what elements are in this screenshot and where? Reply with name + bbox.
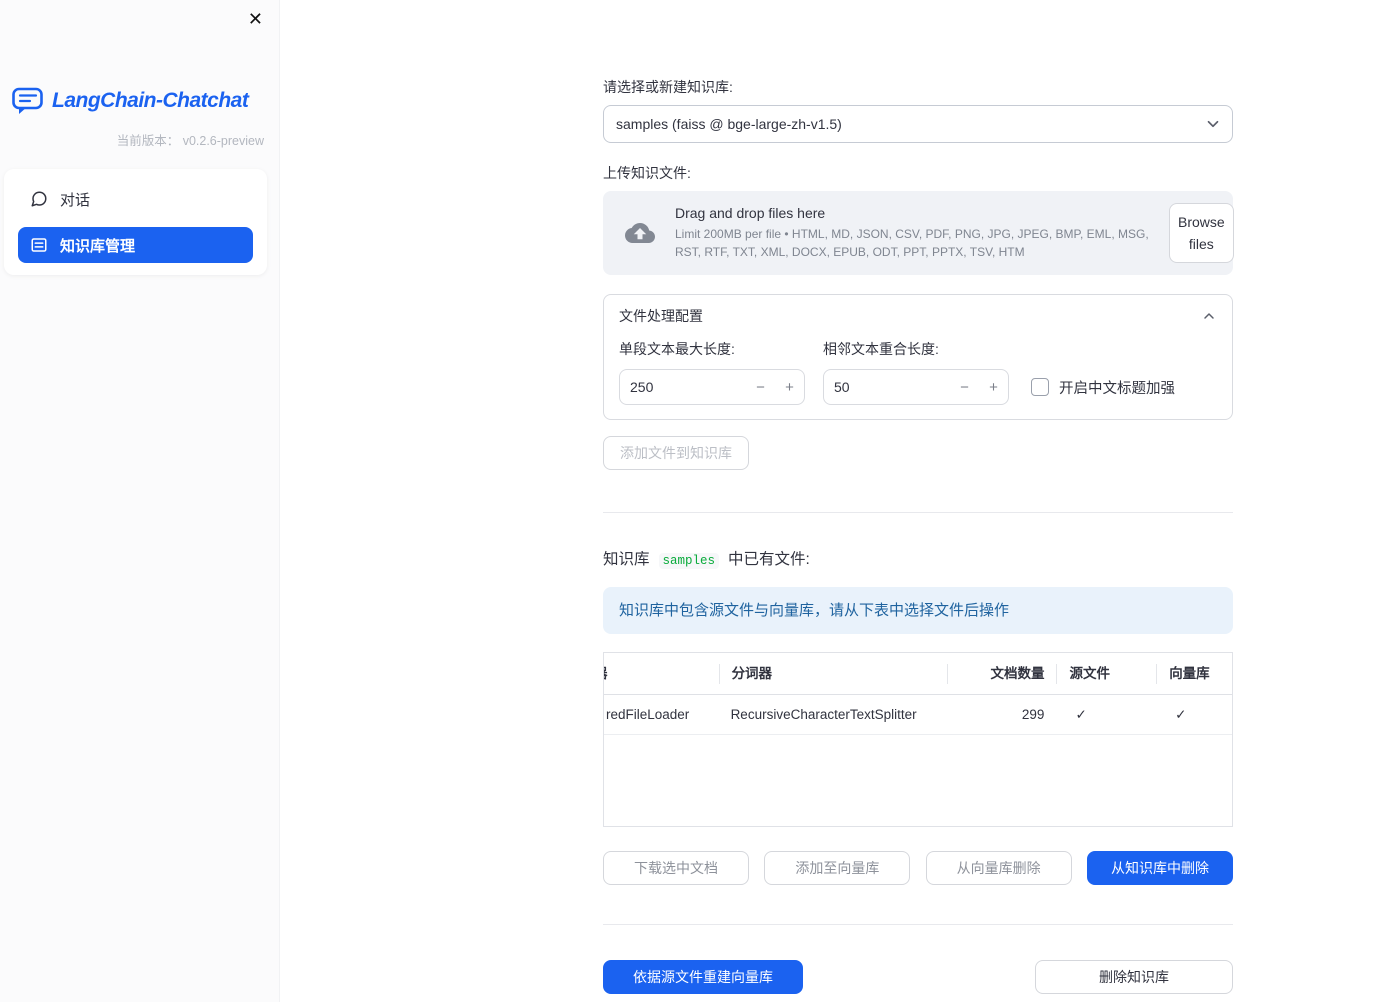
kb-line-prefix: 知识库 <box>603 551 650 568</box>
main-area: 请选择或新建知识库: samples (faiss @ bge-large-zh… <box>280 0 1380 1002</box>
cell-loader: redFileLoader <box>606 707 690 722</box>
logo-chat-bubble-icon <box>12 86 44 116</box>
overlap-input[interactable] <box>824 370 950 404</box>
cell-vector-store-check: ✓ <box>1175 706 1187 722</box>
column-header-vector-store[interactable]: 向量库 <box>1156 663 1232 684</box>
column-header-doc-count[interactable]: 文档数量 <box>946 663 1057 684</box>
info-alert: 知识库中包含源文件与向量库，请从下表中选择文件后操作 <box>603 587 1233 634</box>
kb-files-table: 器 分词器 文档数量 源文件 向量库 redFileLoader Recursi… <box>603 652 1233 827</box>
table-header-row: 器 分词器 文档数量 源文件 向量库 <box>604 653 1232 695</box>
max-length-field: 单段文本最大长度: − + <box>619 339 805 405</box>
overlap-increment-button[interactable]: + <box>979 370 1008 404</box>
delete-kb-button[interactable]: 删除知识库 <box>1035 960 1233 994</box>
kb-name-code: samples <box>658 553 720 569</box>
kb-selectbox-value: samples (faiss @ bge-large-zh-v1.5) <box>616 116 842 132</box>
cell-source-file-check: ✓ <box>1075 706 1087 722</box>
close-icon: ✕ <box>247 9 263 29</box>
max-length-decrement-button[interactable]: − <box>746 370 775 404</box>
version-text: 当前版本： v0.2.6-preview <box>0 130 264 149</box>
browse-files-button[interactable]: Browse files <box>1169 202 1234 264</box>
file-config-expander: 文件处理配置 单段文本最大长度: − + <box>603 294 1233 420</box>
checkbox-label: 开启中文标题加强 <box>1059 380 1175 397</box>
chat-bubble-icon <box>30 190 48 208</box>
column-header-source-file[interactable]: 源文件 <box>1056 663 1156 684</box>
uploader-title: Drag and drop files here <box>675 205 826 222</box>
cloud-upload-icon <box>621 218 659 248</box>
logo-text: LangChain-Chatchat <box>52 89 249 112</box>
kb-bottom-actions: 依据源文件重建向量库 删除知识库 <box>603 960 1233 994</box>
sidebar-nav: 对话 知识库管理 <box>4 169 267 275</box>
add-to-vector-store-button[interactable]: 添加至向量库 <box>764 851 911 885</box>
upload-label: 上传知识文件: <box>603 165 691 181</box>
add-files-to-kb-button[interactable]: 添加文件到知识库 <box>603 436 749 470</box>
cell-doc-count: 299 <box>1021 707 1045 722</box>
table-row[interactable]: redFileLoader RecursiveCharacterTextSpli… <box>604 695 1232 735</box>
divider <box>603 512 1233 513</box>
kb-files-heading: 知识库 samples 中已有文件: <box>603 547 1233 569</box>
sidebar-item-label: 知识库管理 <box>60 237 136 255</box>
overlap-number-input: − + <box>823 369 1009 405</box>
column-header-splitter[interactable]: 分词器 <box>718 663 947 684</box>
sidebar-item-label: 对话 <box>60 191 91 209</box>
rebuild-vector-store-button[interactable]: 依据源文件重建向量库 <box>603 960 803 994</box>
cell-splitter: RecursiveCharacterTextSplitter <box>730 707 917 722</box>
knowledge-base-list-icon <box>30 236 48 254</box>
overlap-decrement-button[interactable]: − <box>950 370 979 404</box>
sidebar: ✕ LangChain-Chatchat 当前版本： v0.2.6-previe… <box>0 0 280 1002</box>
max-length-label: 单段文本最大长度: <box>619 341 735 357</box>
title-enhance-field: 开启中文标题加强 <box>1031 369 1175 405</box>
file-actions-row: 下载选中文档 添加至向量库 从向量库删除 从知识库中删除 <box>603 851 1233 885</box>
expander-title: 文件处理配置 <box>619 308 703 324</box>
content-column: 请选择或新建知识库: samples (faiss @ bge-large-zh… <box>603 0 1234 994</box>
max-length-input[interactable] <box>620 370 746 404</box>
uploader-limit-text: Limit 200MB per file • HTML, MD, JSON, C… <box>675 227 1149 259</box>
overlap-label: 相邻文本重合长度: <box>823 341 939 357</box>
kb-selectbox[interactable]: samples (faiss @ bge-large-zh-v1.5) <box>603 105 1233 143</box>
checkbox-box-icon <box>1031 378 1049 396</box>
kb-select-label: 请选择或新建知识库: <box>603 79 733 95</box>
max-length-number-input: − + <box>619 369 805 405</box>
divider <box>603 924 1233 925</box>
sidebar-item-kb-management[interactable]: 知识库管理 <box>18 227 253 263</box>
delete-from-kb-button[interactable]: 从知识库中删除 <box>1086 851 1233 885</box>
file-uploader-dropzone[interactable]: Drag and drop files here Limit 200MB per… <box>603 191 1234 275</box>
chevron-up-icon <box>1201 308 1217 324</box>
sidebar-item-dialogue[interactable]: 对话 <box>18 181 253 217</box>
title-enhance-checkbox[interactable]: 开启中文标题加强 <box>1031 377 1175 398</box>
overlap-field: 相邻文本重合长度: − + <box>823 339 1009 405</box>
download-selected-button[interactable]: 下载选中文档 <box>603 851 749 885</box>
sidebar-close-button[interactable]: ✕ <box>244 6 267 32</box>
expander-content: 单段文本最大长度: − + 相邻文本重合长度: − + <box>619 339 1217 405</box>
kb-line-suffix: 中已有文件: <box>728 551 810 568</box>
version-value: v0.2.6-preview <box>182 134 264 148</box>
column-header-loader[interactable]: 器 <box>604 664 719 684</box>
version-label: 当前版本： <box>116 134 180 148</box>
app-root: ✕ LangChain-Chatchat 当前版本： v0.2.6-previe… <box>0 0 1380 1002</box>
delete-from-vector-store-button[interactable]: 从向量库删除 <box>925 851 1072 885</box>
chevron-down-icon <box>1204 115 1222 133</box>
uploader-texts: Drag and drop files here Limit 200MB per… <box>675 205 1153 261</box>
max-length-increment-button[interactable]: + <box>775 370 804 404</box>
expander-header[interactable]: 文件处理配置 <box>619 299 1217 333</box>
app-logo: LangChain-Chatchat <box>12 86 279 116</box>
